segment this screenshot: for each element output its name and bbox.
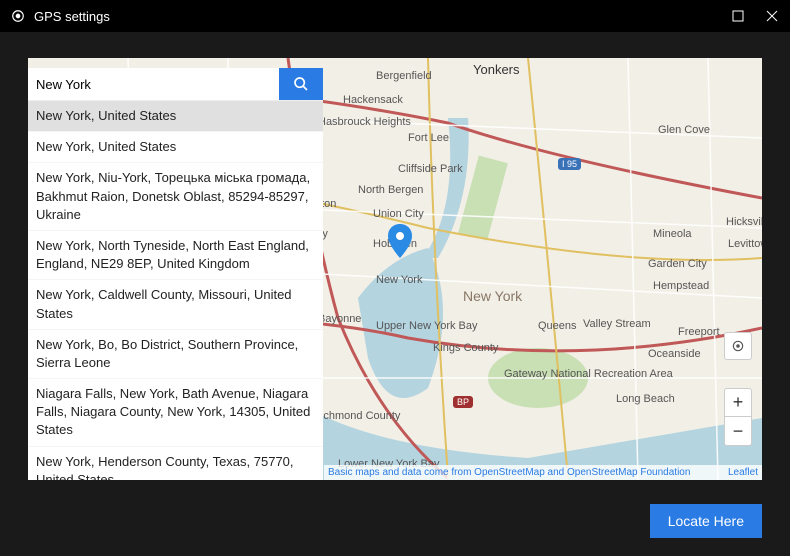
- zoom-in-button[interactable]: +: [725, 389, 751, 417]
- titlebar: GPS settings: [0, 0, 790, 32]
- locate-here-button[interactable]: Locate Here: [650, 504, 762, 538]
- suggestion-item[interactable]: New York, Niu-York, Торецька міська гром…: [28, 163, 323, 231]
- search-icon: [293, 76, 309, 92]
- search-button[interactable]: [279, 68, 323, 100]
- attribution-text: Basic maps and data come from OpenStreet…: [328, 467, 690, 478]
- suggestions-list: New York, United StatesNew York, United …: [28, 100, 323, 480]
- suggestion-item[interactable]: New York, Bo, Bo District, Southern Prov…: [28, 330, 323, 379]
- suggestion-item[interactable]: New York, United States: [28, 132, 323, 163]
- window-title: GPS settings: [34, 9, 730, 24]
- crosshair-icon: [731, 339, 745, 353]
- search-panel: New York, United StatesNew York, United …: [28, 68, 323, 480]
- close-button[interactable]: [764, 8, 780, 24]
- map-marker[interactable]: [388, 224, 412, 263]
- suggestion-item[interactable]: New York, North Tyneside, North East Eng…: [28, 231, 323, 280]
- attribution-brand[interactable]: Leaflet: [728, 467, 758, 478]
- gps-icon: [10, 8, 26, 24]
- map-attribution: Basic maps and data come from OpenStreet…: [324, 465, 762, 480]
- search-input[interactable]: [28, 68, 279, 100]
- suggestion-item[interactable]: New York, Henderson County, Texas, 75770…: [28, 447, 323, 480]
- maximize-button[interactable]: [730, 8, 746, 24]
- zoom-controls: + −: [724, 388, 752, 446]
- window-controls: [730, 8, 780, 24]
- recenter-button[interactable]: [724, 332, 752, 360]
- app-body: YonkersLincoln ParkBergenfieldHackensack…: [0, 32, 790, 556]
- suggestion-item[interactable]: Niagara Falls, New York, Bath Avenue, Ni…: [28, 379, 323, 447]
- suggestion-item[interactable]: New York, Caldwell County, Missouri, Uni…: [28, 280, 323, 329]
- map-viewport[interactable]: YonkersLincoln ParkBergenfieldHackensack…: [28, 58, 762, 480]
- suggestion-item[interactable]: New York, United States: [28, 101, 323, 132]
- zoom-out-button[interactable]: −: [725, 417, 751, 445]
- highway-badge: I 95: [558, 158, 581, 170]
- highway-badge: BP: [453, 396, 473, 408]
